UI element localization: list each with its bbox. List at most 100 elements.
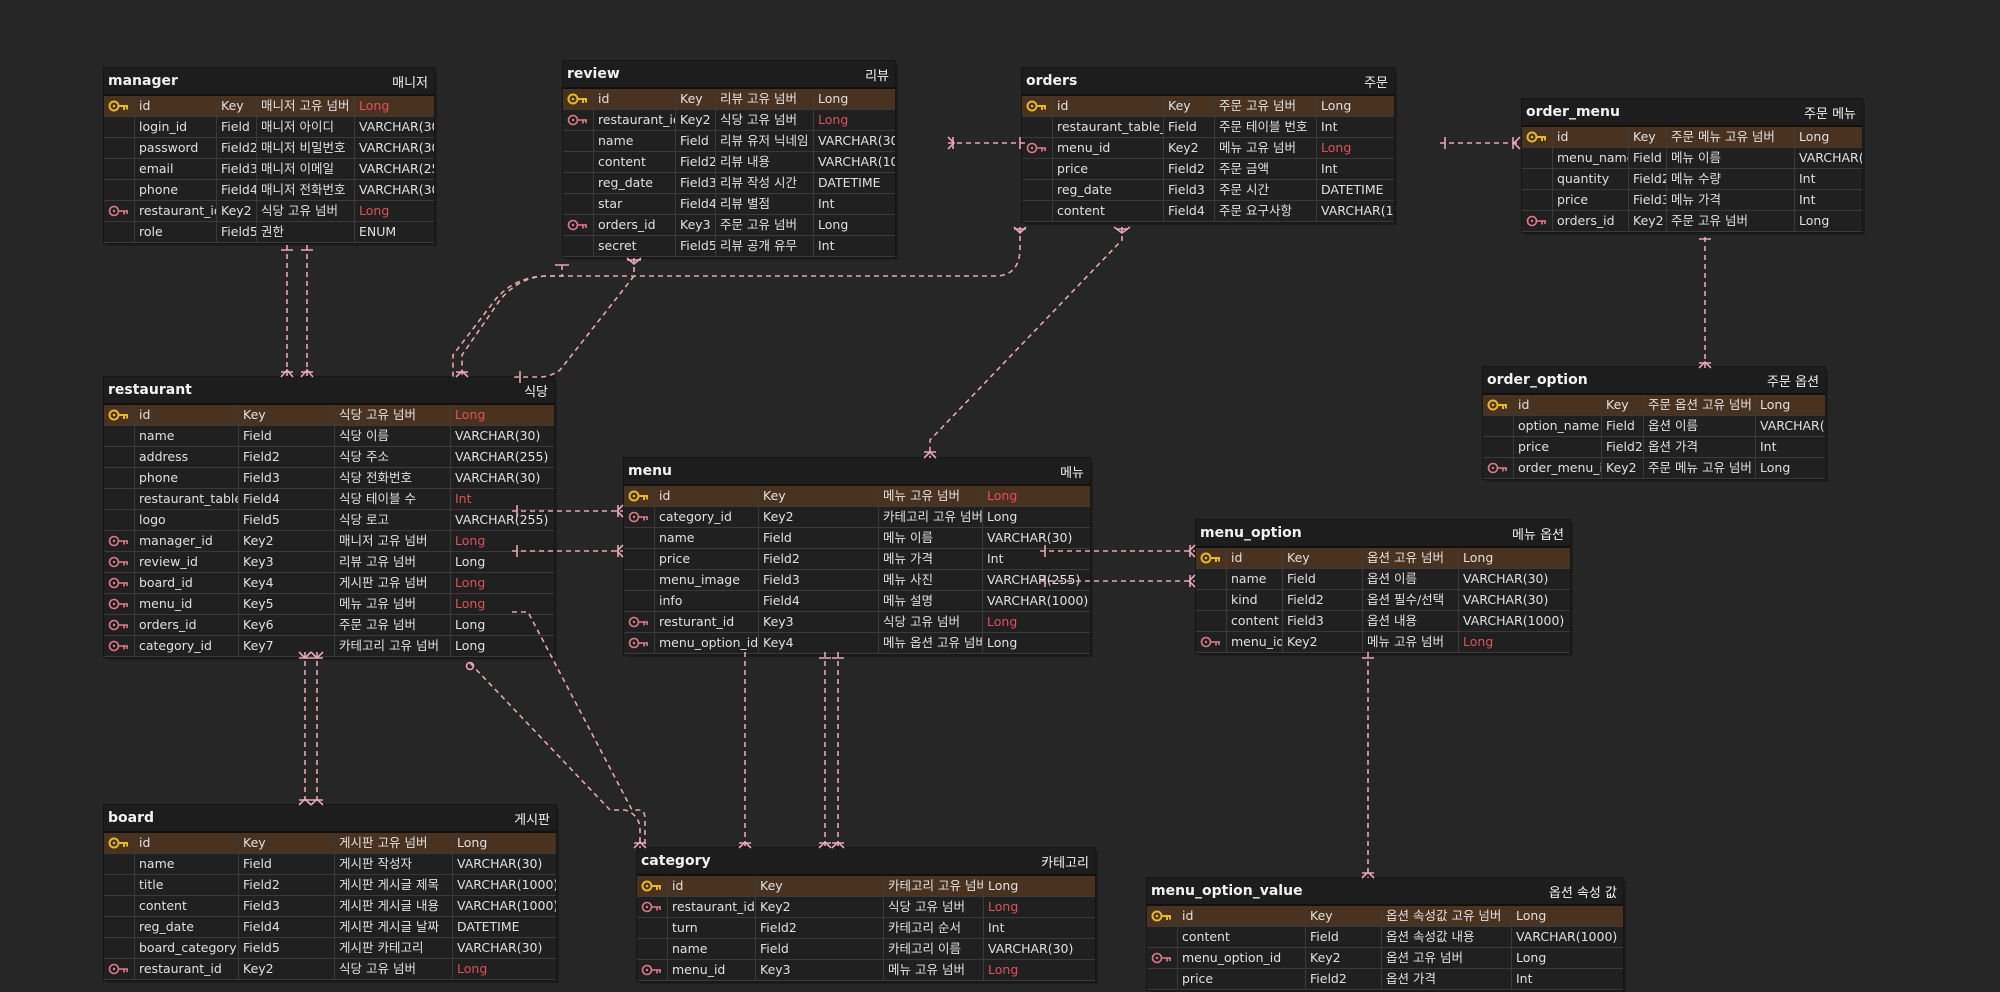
column-type: DATETIME bbox=[1316, 180, 1394, 200]
table-row[interactable]: menu_image Field3 메뉴 사진 VARCHAR(255) bbox=[624, 570, 1090, 591]
table-row[interactable]: id Key 주문 메뉴 고유 넘버 Long bbox=[1522, 127, 1862, 148]
table-category[interactable]: category 카테고리 id Key 카테고리 고유 넘버 Long restauran… bbox=[637, 848, 1095, 981]
table-row[interactable]: role Field5 권한 ENUM bbox=[104, 222, 434, 243]
table-header[interactable]: orders 주문 bbox=[1022, 68, 1394, 94]
table-row[interactable]: turn Field2 카테고리 순서 Int bbox=[637, 918, 1095, 939]
table-row[interactable]: id Key 게시판 고유 넘버 Long bbox=[104, 833, 556, 854]
table-row[interactable]: resturant_id Key3 식당 고유 넘버 Long bbox=[624, 612, 1090, 633]
table-row[interactable]: menu_nameField메뉴 이름VARCHAR(30) bbox=[1522, 148, 1862, 169]
table-menu[interactable]: menu 메뉴 id Key 메뉴 고유 넘버 Long category_id Key2 카테… bbox=[624, 458, 1090, 654]
table-row[interactable]: id Key 매니저 고유 넘버 Long bbox=[104, 96, 434, 117]
table-board[interactable]: board 게시판 id Key 게시판 고유 넘버 Long name Field 게시판 작… bbox=[104, 805, 556, 980]
table-header[interactable]: order_option 주문 옵션 bbox=[1483, 367, 1825, 393]
table-row[interactable]: id Key 리뷰 고유 넘버 Long bbox=[563, 89, 895, 110]
table-row[interactable]: secret Field5 리뷰 공개 유무 Int bbox=[563, 236, 895, 257]
table-row[interactable]: star Field4 리뷰 별점 Int bbox=[563, 194, 895, 215]
table-row[interactable]: restaurant_id Key2 식당 고유 넘버 Long bbox=[563, 110, 895, 131]
table-row[interactable]: restaurant_id Key2 식당 고유 넘버 Long bbox=[104, 201, 434, 222]
table-row[interactable]: restaurant_table Field4 식당 테이블 수 Int bbox=[104, 489, 554, 510]
table-row[interactable]: info Field4 메뉴 설명 VARCHAR(1000) bbox=[624, 591, 1090, 612]
table-header[interactable]: review 리뷰 bbox=[563, 61, 895, 87]
table-row[interactable]: reg_date Field4 게시판 게시글 날짜 DATETIME bbox=[104, 917, 556, 938]
table-row[interactable]: kind Field2 옵션 필수/선택 VARCHAR(30) bbox=[1196, 590, 1570, 611]
table-row[interactable]: board_category Field5 게시판 카테고리 VARCHAR(30) bbox=[104, 938, 556, 959]
table-row[interactable]: name Field 카테고리 이름 VARCHAR(30) bbox=[637, 939, 1095, 960]
table-row[interactable]: id Key 주문 고유 넘버 Long bbox=[1022, 96, 1394, 117]
table-row[interactable]: board_id Key4 게시판 고유 넘버 Long bbox=[104, 573, 554, 594]
table-row[interactable]: category_id Key2 카테고리 고유 넘버 Long bbox=[624, 507, 1090, 528]
table-row[interactable]: phoneField4매니저 전화번호VARCHAR(30) bbox=[104, 180, 434, 201]
table-header[interactable]: board 게시판 bbox=[104, 805, 556, 831]
table-row[interactable]: address Field2 식당 주소 VARCHAR(255) bbox=[104, 447, 554, 468]
column-description: 매니저 비밀번호 bbox=[256, 138, 354, 158]
table-row[interactable]: category_id Key7 카테고리 고유 넘버 Long bbox=[104, 636, 554, 657]
table-row[interactable]: orders_id Key6 주문 고유 넘버 Long bbox=[104, 615, 554, 636]
table-row[interactable]: menu_option_id Key2 옵션 고유 넘버 Long bbox=[1147, 948, 1623, 969]
column-name: content bbox=[1177, 927, 1305, 947]
table-row[interactable]: name Field 게시판 작성자 VARCHAR(30) bbox=[104, 854, 556, 875]
table-row[interactable]: restaurant_id Key2 식당 고유 넘버 Long bbox=[637, 897, 1095, 918]
column-description: 주문 요구사항 bbox=[1214, 201, 1316, 221]
table-row[interactable]: menu_option_id Key4 메뉴 옵션 고유 넘버 Long bbox=[624, 633, 1090, 654]
table-row[interactable]: option_nameField옵션 이름VARCHAR(30) bbox=[1483, 416, 1825, 437]
table-row[interactable]: priceField3메뉴 가격Int bbox=[1522, 190, 1862, 211]
table-header[interactable]: menu_option 메뉴 옵션 bbox=[1196, 520, 1570, 546]
table-row[interactable]: name Field 식당 이름 VARCHAR(30) bbox=[104, 426, 554, 447]
table-row[interactable]: login_idField매니저 아이디VARCHAR(30) bbox=[104, 117, 434, 138]
table-row[interactable]: reg_date Field3 주문 시간 DATETIME bbox=[1022, 180, 1394, 201]
table-row[interactable]: content Field3 게시판 게시글 내용 VARCHAR(1000) bbox=[104, 896, 556, 917]
table-order-menu[interactable]: order_menu 주문 메뉴 id Key 주문 메뉴 고유 넘버 Long menu_… bbox=[1522, 99, 1862, 232]
table-row[interactable]: restaurant_table_noField주문 테이블 번호Int bbox=[1022, 117, 1394, 138]
table-row[interactable]: id Key 식당 고유 넘버 Long bbox=[104, 405, 554, 426]
table-header[interactable]: menu 메뉴 bbox=[624, 458, 1090, 484]
table-header[interactable]: menu_option_value 옵션 속성 값 bbox=[1147, 878, 1623, 904]
table-row[interactable]: contentField2리뷰 내용VARCHAR(1000) bbox=[563, 152, 895, 173]
table-review[interactable]: review 리뷰 id Key 리뷰 고유 넘버 Long restaurant_id Ke… bbox=[563, 61, 895, 257]
table-row[interactable]: menu_id Key5 메뉴 고유 넘버 Long bbox=[104, 594, 554, 615]
table-row[interactable]: name Field 메뉴 이름 VARCHAR(30) bbox=[624, 528, 1090, 549]
empty-icon-cell bbox=[104, 854, 134, 874]
table-row[interactable]: price Field2 주문 금액 Int bbox=[1022, 159, 1394, 180]
table-row[interactable]: price Field2 옵션 가격 Int bbox=[1483, 437, 1825, 458]
erd-canvas[interactable]: manager 매니저 id Key 매니저 고유 넘버 Long login_id Fiel… bbox=[0, 0, 2000, 992]
table-header[interactable]: order_menu 주문 메뉴 bbox=[1522, 99, 1862, 125]
table-row[interactable]: price Field2 옵션 가격 Int bbox=[1147, 969, 1623, 990]
table-order-option[interactable]: order_option 주문 옵션 id Key 주문 옵션 고유 넘버 Long opt… bbox=[1483, 367, 1825, 479]
table-row[interactable]: id Key 옵션 고유 넘버 Long bbox=[1196, 548, 1570, 569]
table-row[interactable]: id Key 메뉴 고유 넘버 Long bbox=[624, 486, 1090, 507]
table-menu-option-value[interactable]: menu_option_value 옵션 속성 값 id Key 옵션 속성값 고유 넘… bbox=[1147, 878, 1623, 990]
table-row[interactable]: orders_id Key3 주문 고유 넘버 Long bbox=[563, 215, 895, 236]
table-header[interactable]: manager 매니저 bbox=[104, 68, 434, 94]
table-orders[interactable]: orders 주문 id Key 주문 고유 넘버 Long restaurant_tabl… bbox=[1022, 68, 1394, 222]
column-name: resturant_id bbox=[654, 612, 758, 632]
table-row[interactable]: passwordField2매니저 비밀번호VARCHAR(30) bbox=[104, 138, 434, 159]
table-row[interactable]: orders_id Key2 주문 고유 넘버 Long bbox=[1522, 211, 1862, 232]
table-row[interactable]: restaurant_id Key2 식당 고유 넘버 Long bbox=[104, 959, 556, 980]
table-row[interactable]: emailField3매니저 이메일VARCHAR(255) bbox=[104, 159, 434, 180]
table-row[interactable]: id Key 카테고리 고유 넘버 Long bbox=[637, 876, 1095, 897]
table-row[interactable]: order_menu_idKey2주문 메뉴 고유 넘버Long bbox=[1483, 458, 1825, 479]
table-row[interactable]: name Field 옵션 이름 VARCHAR(30) bbox=[1196, 569, 1570, 590]
table-row[interactable]: menu_id Key3 메뉴 고유 넘버 Long bbox=[637, 960, 1095, 981]
table-row[interactable]: id Key 주문 옵션 고유 넘버 Long bbox=[1483, 395, 1825, 416]
table-header[interactable]: category 카테고리 bbox=[637, 848, 1095, 874]
table-row[interactable]: id Key 옵션 속성값 고유 넘버 Long bbox=[1147, 906, 1623, 927]
table-row[interactable]: contentField4주문 요구사항VARCHAR(1000) bbox=[1022, 201, 1394, 222]
table-row[interactable]: menu_id Key2 메뉴 고유 넘버 Long bbox=[1022, 138, 1394, 159]
table-row[interactable]: price Field2 메뉴 가격 Int bbox=[624, 549, 1090, 570]
table-restaurant[interactable]: restaurant 식당 id Key 식당 고유 넘버 Long name Field 식당… bbox=[104, 377, 554, 657]
table-row[interactable]: quantityField2메뉴 수량Int bbox=[1522, 169, 1862, 190]
table-row[interactable]: content Field3 옵션 내용 VARCHAR(1000) bbox=[1196, 611, 1570, 632]
table-row[interactable]: logo Field5 식당 로고 VARCHAR(255) bbox=[104, 510, 554, 531]
table-row[interactable]: menu_id Key2 메뉴 고유 넘버 Long bbox=[1196, 632, 1570, 653]
table-manager[interactable]: manager 매니저 id Key 매니저 고유 넘버 Long login_id Fiel… bbox=[104, 68, 434, 243]
table-row[interactable]: reg_date Field3 리뷰 작성 시간 DATETIME bbox=[563, 173, 895, 194]
table-row[interactable]: review_id Key3 리뷰 고유 넘버 Long bbox=[104, 552, 554, 573]
table-row[interactable]: name Field 리뷰 유저 닉네임 VARCHAR(30) bbox=[563, 131, 895, 152]
table-menu-option[interactable]: menu_option 메뉴 옵션 id Key 옵션 고유 넘버 Long name Fie… bbox=[1196, 520, 1570, 653]
table-row[interactable]: phone Field3 식당 전화번호 VARCHAR(30) bbox=[104, 468, 554, 489]
table-row[interactable]: manager_id Key2 매니저 고유 넘버 Long bbox=[104, 531, 554, 552]
table-header[interactable]: restaurant 식당 bbox=[104, 377, 554, 403]
table-row[interactable]: title Field2 게시판 게시글 제목 VARCHAR(1000) bbox=[104, 875, 556, 896]
table-row[interactable]: content Field 옵션 속성값 내용 VARCHAR(1000) bbox=[1147, 927, 1623, 948]
